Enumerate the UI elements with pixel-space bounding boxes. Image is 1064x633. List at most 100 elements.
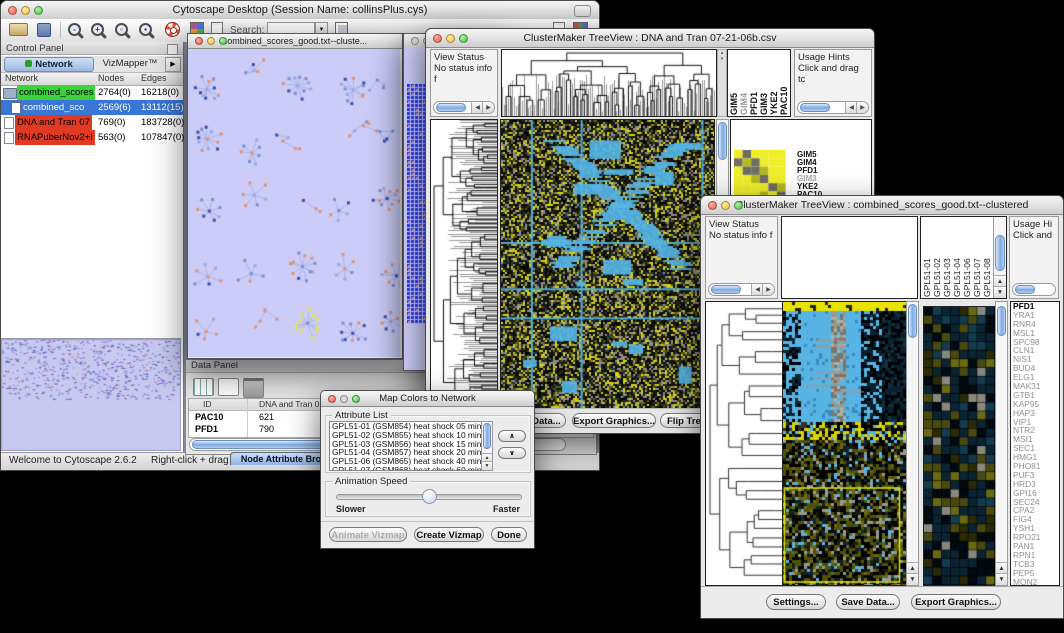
minimize-icon[interactable] — [721, 201, 730, 210]
tv2-heatmap-vscrollbar[interactable]: ▲ ▼ — [906, 301, 919, 586]
gene-label[interactable]: FIG4 — [1013, 515, 1059, 524]
treeview1-title-bar[interactable]: ClusterMaker TreeView : DNA and Tran 07-… — [426, 29, 874, 48]
gene-label[interactable]: RPN1 — [1013, 551, 1059, 560]
gene-label[interactable]: KAP95 — [1013, 400, 1059, 409]
zoom-window-icon[interactable] — [219, 37, 227, 45]
tv2-zoom-heatmap[interactable] — [923, 306, 996, 586]
attribute-item[interactable]: GPL51-02 (GSM855) heat shock 10 min — [332, 431, 484, 440]
network-row-selected[interactable]: combined_sco 2569(6) 13112(15) — [1, 100, 183, 115]
gene-label[interactable]: MON2 — [1013, 578, 1059, 586]
tv1-col-scroll-strip[interactable]: ▴▾ — [717, 49, 727, 117]
zoom-window-icon[interactable] — [459, 34, 468, 43]
tv2-zoom-vscrollbar[interactable]: ▲ ▼ — [995, 301, 1008, 586]
gene-label[interactable]: PHO81 — [1013, 462, 1059, 471]
gene-label[interactable]: SPC98 — [1013, 338, 1059, 347]
network-window-title-bar[interactable]: combined_scores_good.txt--cluste... — [188, 34, 402, 49]
gene-label[interactable]: GPI16 — [1013, 489, 1059, 498]
open-file-icon[interactable] — [9, 23, 28, 36]
minimize-icon[interactable] — [340, 395, 348, 403]
minimize-icon[interactable] — [446, 34, 455, 43]
network-canvas[interactable] — [188, 49, 400, 357]
gene-label[interactable]: MAK31 — [1013, 382, 1059, 391]
gene-label[interactable]: VIP1 — [1013, 418, 1059, 427]
attribute-item[interactable]: GPL51-04 (GSM857) heat shock 20 min — [332, 448, 484, 457]
gene-label[interactable]: RNR4 — [1013, 320, 1059, 329]
scrollbar-thumb[interactable] — [800, 103, 830, 112]
scrollbar-thumb[interactable] — [908, 304, 917, 338]
gene-label[interactable]: NIS1 — [1013, 355, 1059, 364]
close-icon[interactable] — [433, 34, 442, 43]
tv1-column-dendrogram[interactable] — [501, 49, 717, 117]
col-edges[interactable]: Edges — [141, 73, 167, 83]
scrollbar-thumb[interactable] — [718, 122, 727, 160]
create-vizmap-button[interactable]: Create Vizmap — [414, 527, 484, 542]
zoom-in-icon[interactable]: + — [90, 22, 107, 38]
attribute-item[interactable]: GPL51-06 (GSM865) heat shock 40 min — [332, 457, 484, 466]
attribute-item[interactable]: GPL51-01 (GSM854) heat shock 05 min — [332, 422, 484, 431]
tv1-row-dendrogram[interactable] — [430, 119, 498, 409]
speed-slider-thumb[interactable] — [422, 489, 437, 504]
zoom-window-icon[interactable] — [734, 201, 743, 210]
scroll-right-icon[interactable]: ▶ — [762, 284, 774, 295]
zoom-fit-icon[interactable]: ▪ — [138, 22, 155, 38]
tv1-usage-scrollbar[interactable]: ◀ ▶ — [797, 101, 869, 114]
gene-label[interactable]: CLN1 — [1013, 346, 1059, 355]
scrollbar-thumb[interactable] — [436, 103, 466, 112]
move-up-button[interactable]: ∧ — [498, 430, 526, 442]
close-icon[interactable] — [328, 395, 336, 403]
close-icon[interactable] — [8, 6, 17, 15]
treeview2-title-bar[interactable]: ClusterMaker TreeView : combined_scores_… — [701, 196, 1063, 215]
gene-label[interactable]: YRA1 — [1013, 311, 1059, 320]
tv2-row-dendrogram[interactable] — [705, 301, 782, 586]
scrollbar-thumb[interactable] — [1015, 285, 1035, 294]
move-down-button[interactable]: ∨ — [498, 447, 526, 459]
gene-label[interactable]: HAP3 — [1013, 409, 1059, 418]
attribute-item[interactable]: GPL51-03 (GSM856) heat shock 15 min — [332, 440, 484, 449]
scrollbar-thumb[interactable] — [995, 235, 1005, 271]
scrollbar-thumb[interactable] — [711, 285, 741, 294]
gene-label[interactable]: SEC24 — [1013, 498, 1059, 507]
minimize-icon[interactable] — [207, 37, 215, 45]
save-icon[interactable] — [37, 23, 51, 37]
gene-label[interactable]: TCB3 — [1013, 560, 1059, 569]
gene-label[interactable]: PUF3 — [1013, 471, 1059, 480]
dialog-title-bar[interactable]: Map Colors to Network — [321, 391, 534, 407]
tv2-collabel-vscrollbar[interactable]: ▲ ▼ — [993, 217, 1006, 298]
close-icon[interactable] — [708, 201, 717, 210]
tab-overflow-arrow[interactable]: ▶ — [165, 57, 181, 72]
gene-label[interactable]: ELG1 — [1013, 373, 1059, 382]
gene-label[interactable]: MSL1 — [1013, 329, 1059, 338]
col-nodes[interactable]: Nodes — [98, 73, 124, 83]
tv1-zoom-heatmap[interactable] — [734, 150, 786, 200]
zoom-out-icon[interactable]: - — [67, 22, 84, 38]
scroll-down-icon[interactable]: ▼ — [994, 286, 1006, 298]
scroll-right-icon[interactable]: ▶ — [482, 102, 494, 113]
gene-label[interactable]: PFD1 — [1013, 302, 1059, 311]
main-title-bar[interactable]: Cytoscape Desktop (Session Name: collins… — [1, 1, 599, 20]
col-network[interactable]: Network — [5, 73, 38, 83]
gene-label[interactable]: BUD4 — [1013, 364, 1059, 373]
done-button[interactable]: Done — [491, 527, 527, 542]
network-row[interactable]: DNA and Tran 07 769(0) 183728(0) — [1, 115, 183, 130]
save-data-button[interactable]: Save Data... — [836, 594, 900, 610]
gene-label[interactable]: SEC1 — [1013, 444, 1059, 453]
zoom-window-icon[interactable] — [352, 395, 360, 403]
export-graphics-button[interactable]: Export Graphics... — [572, 413, 656, 428]
tab-network[interactable]: Network — [4, 57, 94, 72]
close-icon[interactable] — [411, 37, 419, 45]
settings-button[interactable]: Settings... — [766, 594, 826, 610]
network-row[interactable]: combined_scores 2764(0) 16218(0) — [1, 85, 183, 100]
birdseye-view[interactable] — [1, 338, 181, 451]
gene-label[interactable]: YSH1 — [1013, 524, 1059, 533]
export-graphics-button[interactable]: Export Graphics... — [911, 594, 1001, 610]
tv2-main-heatmap[interactable] — [782, 301, 907, 586]
scroll-down-icon[interactable]: ▼ — [996, 573, 1007, 585]
close-icon[interactable] — [195, 37, 203, 45]
tab-vizmapper[interactable]: VizMapper™ — [95, 57, 165, 70]
tv2-usage-scrollbar[interactable] — [1012, 283, 1056, 296]
window-controls[interactable] — [8, 1, 43, 19]
scrollbar-thumb[interactable] — [997, 306, 1006, 336]
gene-label[interactable]: HRD3 — [1013, 480, 1059, 489]
network-row[interactable]: RNAPuberNov2+I 563(0) 107847(0) — [1, 130, 183, 145]
gene-label[interactable]: MSI1 — [1013, 435, 1059, 444]
